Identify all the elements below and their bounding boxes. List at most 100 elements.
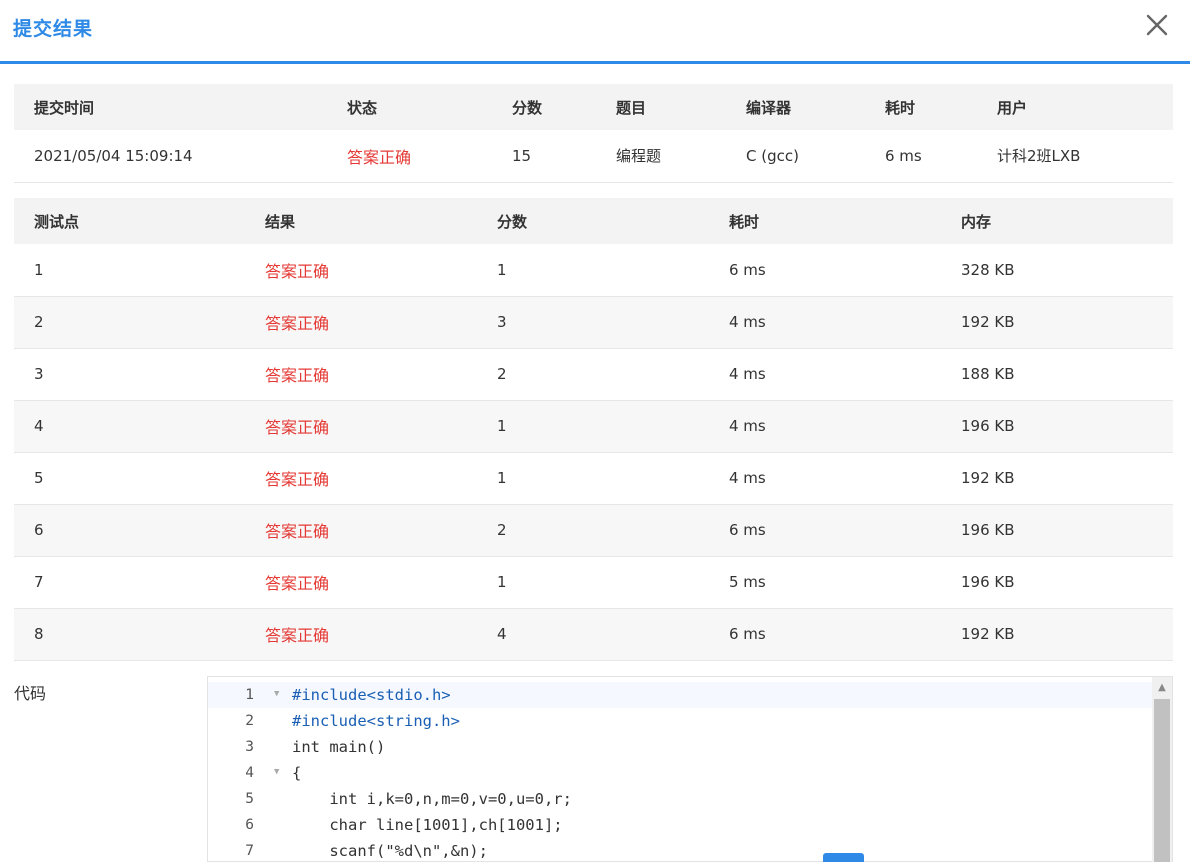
- test-memory: 196 KB: [941, 400, 1173, 453]
- test-score: 1: [477, 556, 709, 609]
- col-compiler: 编译器: [726, 84, 865, 130]
- code-line[interactable]: 7 scanf("%d\n",&n);: [208, 838, 1154, 861]
- test-id: 3: [14, 348, 245, 401]
- code-text: int i,k=0,n,m=0,v=0,u=0,r;: [292, 790, 572, 808]
- total-score: 15: [492, 130, 596, 183]
- test-score: 1: [477, 400, 709, 453]
- test-time: 6 ms: [709, 608, 941, 661]
- scroll-thumb[interactable]: [1154, 699, 1170, 862]
- fold-arrow-icon[interactable]: ▼: [274, 681, 279, 707]
- duration: 6 ms: [865, 130, 977, 183]
- test-id: 1: [14, 244, 245, 297]
- code-line[interactable]: 3 int main(): [208, 734, 1154, 760]
- test-memory: 192 KB: [941, 608, 1173, 661]
- test-memory: 192 KB: [941, 452, 1173, 505]
- test-result: 答案正确: [245, 556, 477, 609]
- test-result: 答案正确: [245, 400, 477, 453]
- line-number: 4: [245, 765, 254, 781]
- test-memory: 188 KB: [941, 348, 1173, 401]
- tests-header-row: 测试点 结果 分数 耗时 内存: [14, 198, 1173, 244]
- table-row: 7 答案正确 1 5 ms 196 KB: [14, 556, 1173, 609]
- table-row: 6 答案正确 2 6 ms 196 KB: [14, 504, 1173, 557]
- test-memory: 328 KB: [941, 244, 1173, 297]
- test-score: 2: [477, 348, 709, 401]
- code-text: int main(): [292, 738, 386, 756]
- code-text: {: [292, 764, 302, 782]
- code-text-include-string: #include<string.h>: [292, 712, 460, 730]
- test-time: 4 ms: [709, 452, 941, 505]
- code-line[interactable]: 1 ▼ #include<stdio.h>: [208, 682, 1154, 708]
- problem-type: 编程题: [596, 130, 726, 183]
- col-test-point: 测试点: [14, 198, 245, 244]
- test-result: 答案正确: [245, 244, 477, 297]
- test-result: 答案正确: [245, 348, 477, 401]
- scroll-up-arrow-icon[interactable]: ▲: [1152, 677, 1172, 699]
- dialog-header: 提交结果: [0, 0, 1190, 64]
- summary-table: 提交时间 状态 分数 题目 编译器 耗时 用户 2021/05/04 15:09…: [14, 84, 1173, 183]
- test-id: 6: [14, 504, 245, 557]
- line-number: 6: [245, 817, 254, 833]
- code-text: char line[1001],ch[1001];: [292, 816, 563, 834]
- code-text: scanf("%d\n",&n);: [292, 842, 488, 860]
- test-memory: 196 KB: [941, 556, 1173, 609]
- test-cases-table: 测试点 结果 分数 耗时 内存 1 答案正确 1 6 ms 328 KB 2 答…: [14, 198, 1173, 661]
- test-time: 5 ms: [709, 556, 941, 609]
- code-text-include-stdio: #include<stdio.h>: [292, 686, 451, 704]
- col-status: 状态: [327, 84, 492, 130]
- submit-time: 2021/05/04 15:09:14: [14, 130, 327, 183]
- test-id: 5: [14, 452, 245, 505]
- test-result: 答案正确: [245, 608, 477, 661]
- code-text: #include<string.h>: [292, 708, 460, 734]
- dialog-title: 提交结果: [13, 18, 94, 40]
- code-line[interactable]: 5 int i,k=0,n,m=0,v=0,u=0,r;: [208, 786, 1154, 812]
- test-memory: 196 KB: [941, 504, 1173, 557]
- col-memory: 内存: [941, 198, 1173, 244]
- summary-row: 2021/05/04 15:09:14 答案正确 15 编程题 C (gcc) …: [14, 130, 1173, 183]
- test-id: 8: [14, 608, 245, 661]
- table-row: 2 答案正确 3 4 ms 192 KB: [14, 296, 1173, 349]
- close-icon[interactable]: [1144, 12, 1170, 38]
- test-id: 7: [14, 556, 245, 609]
- col-submit-time: 提交时间: [14, 84, 327, 130]
- col-test-score: 分数: [477, 198, 709, 244]
- table-row: 5 答案正确 1 4 ms 192 KB: [14, 452, 1173, 505]
- table-row: 8 答案正确 4 6 ms 192 KB: [14, 608, 1173, 661]
- fold-arrow-icon[interactable]: ▼: [274, 759, 279, 785]
- test-score: 3: [477, 296, 709, 349]
- test-time: 4 ms: [709, 400, 941, 453]
- col-duration: 耗时: [865, 84, 977, 130]
- line-number: 2: [245, 713, 254, 729]
- col-score: 分数: [492, 84, 596, 130]
- test-time: 4 ms: [709, 296, 941, 349]
- code-line[interactable]: 2 #include<string.h>: [208, 708, 1154, 734]
- col-user: 用户: [977, 84, 1173, 130]
- test-time: 6 ms: [709, 244, 941, 297]
- test-time: 4 ms: [709, 348, 941, 401]
- table-row: 3 答案正确 2 4 ms 188 KB: [14, 348, 1173, 401]
- editor-scrollbar[interactable]: ▲: [1152, 677, 1172, 862]
- col-problem: 题目: [596, 84, 726, 130]
- test-score: 1: [477, 244, 709, 297]
- code-line[interactable]: 6 char line[1001],ch[1001];: [208, 812, 1154, 838]
- test-score: 4: [477, 608, 709, 661]
- user-name: 计科2班LXB: [977, 130, 1173, 183]
- floating-action-button[interactable]: [823, 853, 864, 862]
- test-time: 6 ms: [709, 504, 941, 557]
- table-row: 4 答案正确 1 4 ms 196 KB: [14, 400, 1173, 453]
- line-number: 3: [245, 739, 254, 755]
- test-score: 1: [477, 452, 709, 505]
- line-number: 5: [245, 791, 254, 807]
- code-editor[interactable]: 1 ▼ #include<stdio.h> 2 #include<string.…: [207, 676, 1173, 862]
- test-result: 答案正确: [245, 296, 477, 349]
- test-result: 答案正确: [245, 452, 477, 505]
- test-memory: 192 KB: [941, 296, 1173, 349]
- col-test-time: 耗时: [709, 198, 941, 244]
- code-line[interactable]: 4 ▼ {: [208, 760, 1154, 786]
- line-number: 1: [245, 687, 254, 703]
- table-row: 1 答案正确 1 6 ms 328 KB: [14, 244, 1173, 297]
- col-result: 结果: [245, 198, 477, 244]
- test-score: 2: [477, 504, 709, 557]
- line-number: 7: [245, 843, 254, 859]
- code-text: #include<stdio.h>: [292, 682, 451, 708]
- test-id: 2: [14, 296, 245, 349]
